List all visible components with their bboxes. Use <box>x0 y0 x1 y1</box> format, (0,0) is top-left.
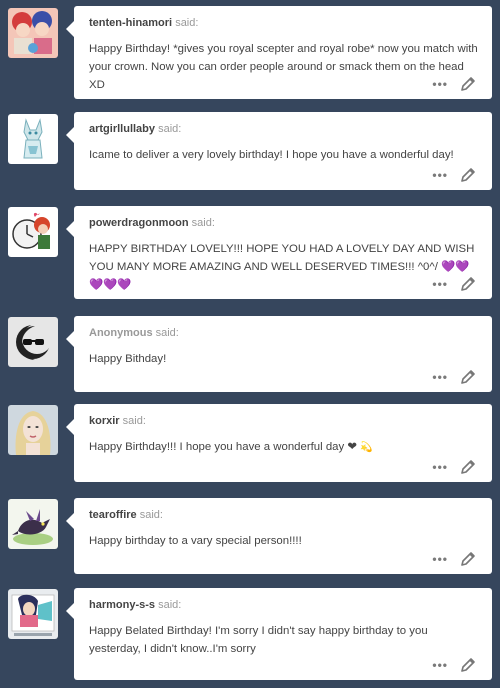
anonymous-sunglasses-avatar-icon <box>8 317 58 367</box>
said-label: said: <box>139 509 163 521</box>
anime-girls-avatar-icon <box>8 8 58 58</box>
post-controls: ••• <box>432 551 476 567</box>
blonde-woman-avatar-icon <box>8 405 58 455</box>
asker-name: Anonymous <box>89 327 153 339</box>
asker-line: tearoffire said: <box>89 509 163 521</box>
said-label: said: <box>158 599 182 611</box>
asker-name[interactable]: tenten-hinamori <box>89 17 172 29</box>
question-text: Happy Bithday! <box>89 353 167 365</box>
more-options-icon[interactable]: ••• <box>432 551 448 567</box>
post-controls: ••• <box>432 369 476 385</box>
asker-line: Anonymous said: <box>89 327 179 339</box>
post-controls: ••• <box>432 276 476 292</box>
post-controls: ••• <box>432 657 476 673</box>
ask-card: powerdragonmoon said: HAPPY BIRTHDAY LOV… <box>66 206 492 299</box>
white-wolf-avatar-icon <box>8 114 58 164</box>
ask-card: tearoffire said: Happy birthday to a var… <box>66 498 492 574</box>
question-body: Happy Birthday!!! I hope you have a wond… <box>89 441 357 453</box>
asker-line: artgirllullaby said: <box>89 123 181 135</box>
ask-card: tenten-hinamori said: Happy Birthday! *g… <box>66 6 492 99</box>
dragon-avatar-icon <box>8 499 58 549</box>
asker-line: powerdragonmoon said: <box>89 217 215 229</box>
question-text: Icame to deliver a very lovely birthday!… <box>89 149 454 161</box>
edit-pencil-icon[interactable] <box>460 369 476 385</box>
more-options-icon[interactable]: ••• <box>432 657 448 673</box>
asker-line: korxir said: <box>89 415 146 427</box>
avatar[interactable] <box>8 499 58 549</box>
dizzy-emoji: 💫 <box>360 442 373 453</box>
ask-card: Anonymous said: Happy Bithday! ••• <box>66 316 492 392</box>
avatar[interactable] <box>8 405 58 455</box>
asker-name[interactable]: korxir <box>89 415 120 427</box>
said-label: said: <box>191 217 215 229</box>
more-options-icon[interactable]: ••• <box>432 76 448 92</box>
clock-character-avatar-icon <box>8 207 58 257</box>
edit-pencil-icon[interactable] <box>460 459 476 475</box>
asker-name[interactable]: artgirllullaby <box>89 123 155 135</box>
more-options-icon[interactable]: ••• <box>432 369 448 385</box>
ask-card: artgirllullaby said: Icame to deliver a … <box>66 112 492 190</box>
avatar[interactable] <box>8 114 58 164</box>
question-text: HAPPY BIRTHDAY LOVELY!!! HOPE YOU HAD A … <box>89 240 481 294</box>
more-options-icon[interactable]: ••• <box>432 167 448 183</box>
post-controls: ••• <box>432 76 476 92</box>
post-controls: ••• <box>432 459 476 475</box>
edit-pencil-icon[interactable] <box>460 657 476 673</box>
asker-line: harmony-s-s said: <box>89 599 181 611</box>
question-text: Happy birthday to a vary special person!… <box>89 535 302 547</box>
avatar[interactable] <box>8 207 58 257</box>
avatar[interactable] <box>8 317 58 367</box>
question-text: Happy Belated Birthday! I'm sorry I didn… <box>89 625 428 655</box>
said-label: said: <box>155 327 179 339</box>
ask-card: korxir said: Happy Birthday!!! I hope yo… <box>66 404 492 482</box>
avatar[interactable] <box>8 8 58 58</box>
said-label: said: <box>175 17 199 29</box>
edit-pencil-icon[interactable] <box>460 276 476 292</box>
more-options-icon[interactable]: ••• <box>432 276 448 292</box>
anime-drawing-avatar-icon <box>8 589 58 639</box>
edit-pencil-icon[interactable] <box>460 167 476 183</box>
said-label: said: <box>122 415 146 427</box>
edit-pencil-icon[interactable] <box>460 76 476 92</box>
asker-line: tenten-hinamori said: <box>89 17 198 29</box>
question-text: Happy Birthday! *gives you royal scepter… <box>89 43 478 91</box>
ask-card: harmony-s-s said: Happy Belated Birthday… <box>66 588 492 680</box>
said-label: said: <box>158 123 182 135</box>
edit-pencil-icon[interactable] <box>460 551 476 567</box>
question-text: Happy Birthday!!! I hope you have a wond… <box>89 438 481 457</box>
more-options-icon[interactable]: ••• <box>432 459 448 475</box>
asker-name[interactable]: harmony-s-s <box>89 599 155 611</box>
asker-name[interactable]: powerdragonmoon <box>89 217 189 229</box>
avatar[interactable] <box>8 589 58 639</box>
asker-name[interactable]: tearoffire <box>89 509 137 521</box>
post-controls: ••• <box>432 167 476 183</box>
question-body: HAPPY BIRTHDAY LOVELY!!! HOPE YOU HAD A … <box>89 243 475 273</box>
